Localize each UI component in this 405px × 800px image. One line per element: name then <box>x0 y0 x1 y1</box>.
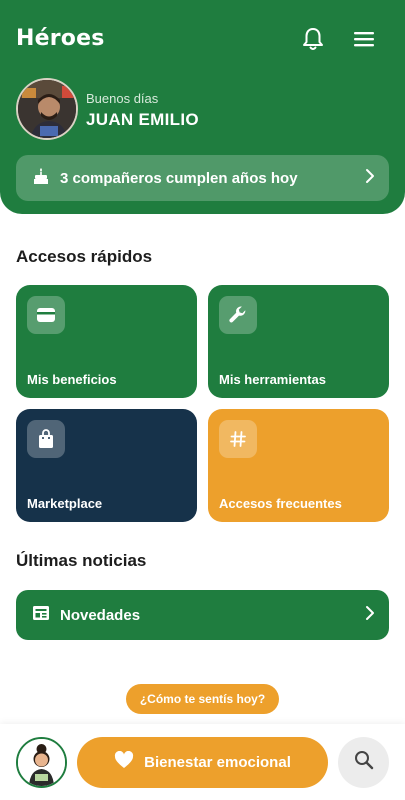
quick-access-title: Accesos rápidos <box>16 247 153 266</box>
heart-icon <box>114 750 134 774</box>
bell-icon-graphic <box>303 28 323 50</box>
tile-marketplace[interactable]: Marketplace <box>16 409 197 522</box>
header: Héroes Buenos días JUAN EMILIO 3 compañe… <box>0 0 405 214</box>
newspaper-icon <box>32 605 50 626</box>
search-button[interactable] <box>338 737 389 788</box>
chevron-right-icon <box>365 605 375 626</box>
wallet-icon <box>27 296 65 334</box>
assistant-avatar-graphic <box>18 739 65 786</box>
chevron-right-icon <box>365 168 375 189</box>
user-avatar-photo <box>18 80 76 138</box>
mood-prompt-bubble[interactable]: ¿Cómo te sentís hoy? <box>126 684 279 714</box>
tile-accesos-frecuentes[interactable]: Accesos frecuentes <box>208 409 389 522</box>
app-title: Héroes <box>16 26 105 51</box>
wrench-icon <box>219 296 257 334</box>
birthday-banner-text: 3 compañeros cumplen años hoy <box>60 169 298 187</box>
search-icon <box>354 750 374 775</box>
tile-label: Mis herramientas <box>219 372 326 387</box>
hashtag-icon <box>219 420 257 458</box>
tile-label: Accesos frecuentes <box>219 496 342 511</box>
tile-mis-herramientas[interactable]: Mis herramientas <box>208 285 389 398</box>
notifications-bell-icon[interactable] <box>300 26 326 52</box>
cake-icon <box>32 167 50 190</box>
greeting-text: Buenos días <box>86 91 159 106</box>
news-item-label: Novedades <box>60 606 141 624</box>
assistant-avatar[interactable] <box>16 737 67 788</box>
tile-mis-beneficios[interactable]: Mis beneficios <box>16 285 197 398</box>
wellbeing-button-label: Bienestar emocional <box>144 754 291 771</box>
menu-icon-graphic <box>354 32 374 47</box>
news-section-title: Últimas noticias <box>16 551 147 570</box>
birthday-banner[interactable]: 3 compañeros cumplen años hoy <box>16 155 389 201</box>
news-item-novedades[interactable]: Novedades <box>16 590 389 640</box>
tile-label: Mis beneficios <box>27 372 117 387</box>
shopping-bag-icon <box>27 420 65 458</box>
user-name: JUAN EMILIO <box>86 110 199 129</box>
user-avatar[interactable] <box>16 78 78 140</box>
hamburger-menu-icon[interactable] <box>351 26 377 52</box>
wellbeing-button[interactable]: Bienestar emocional <box>77 737 328 788</box>
tile-label: Marketplace <box>27 496 103 511</box>
